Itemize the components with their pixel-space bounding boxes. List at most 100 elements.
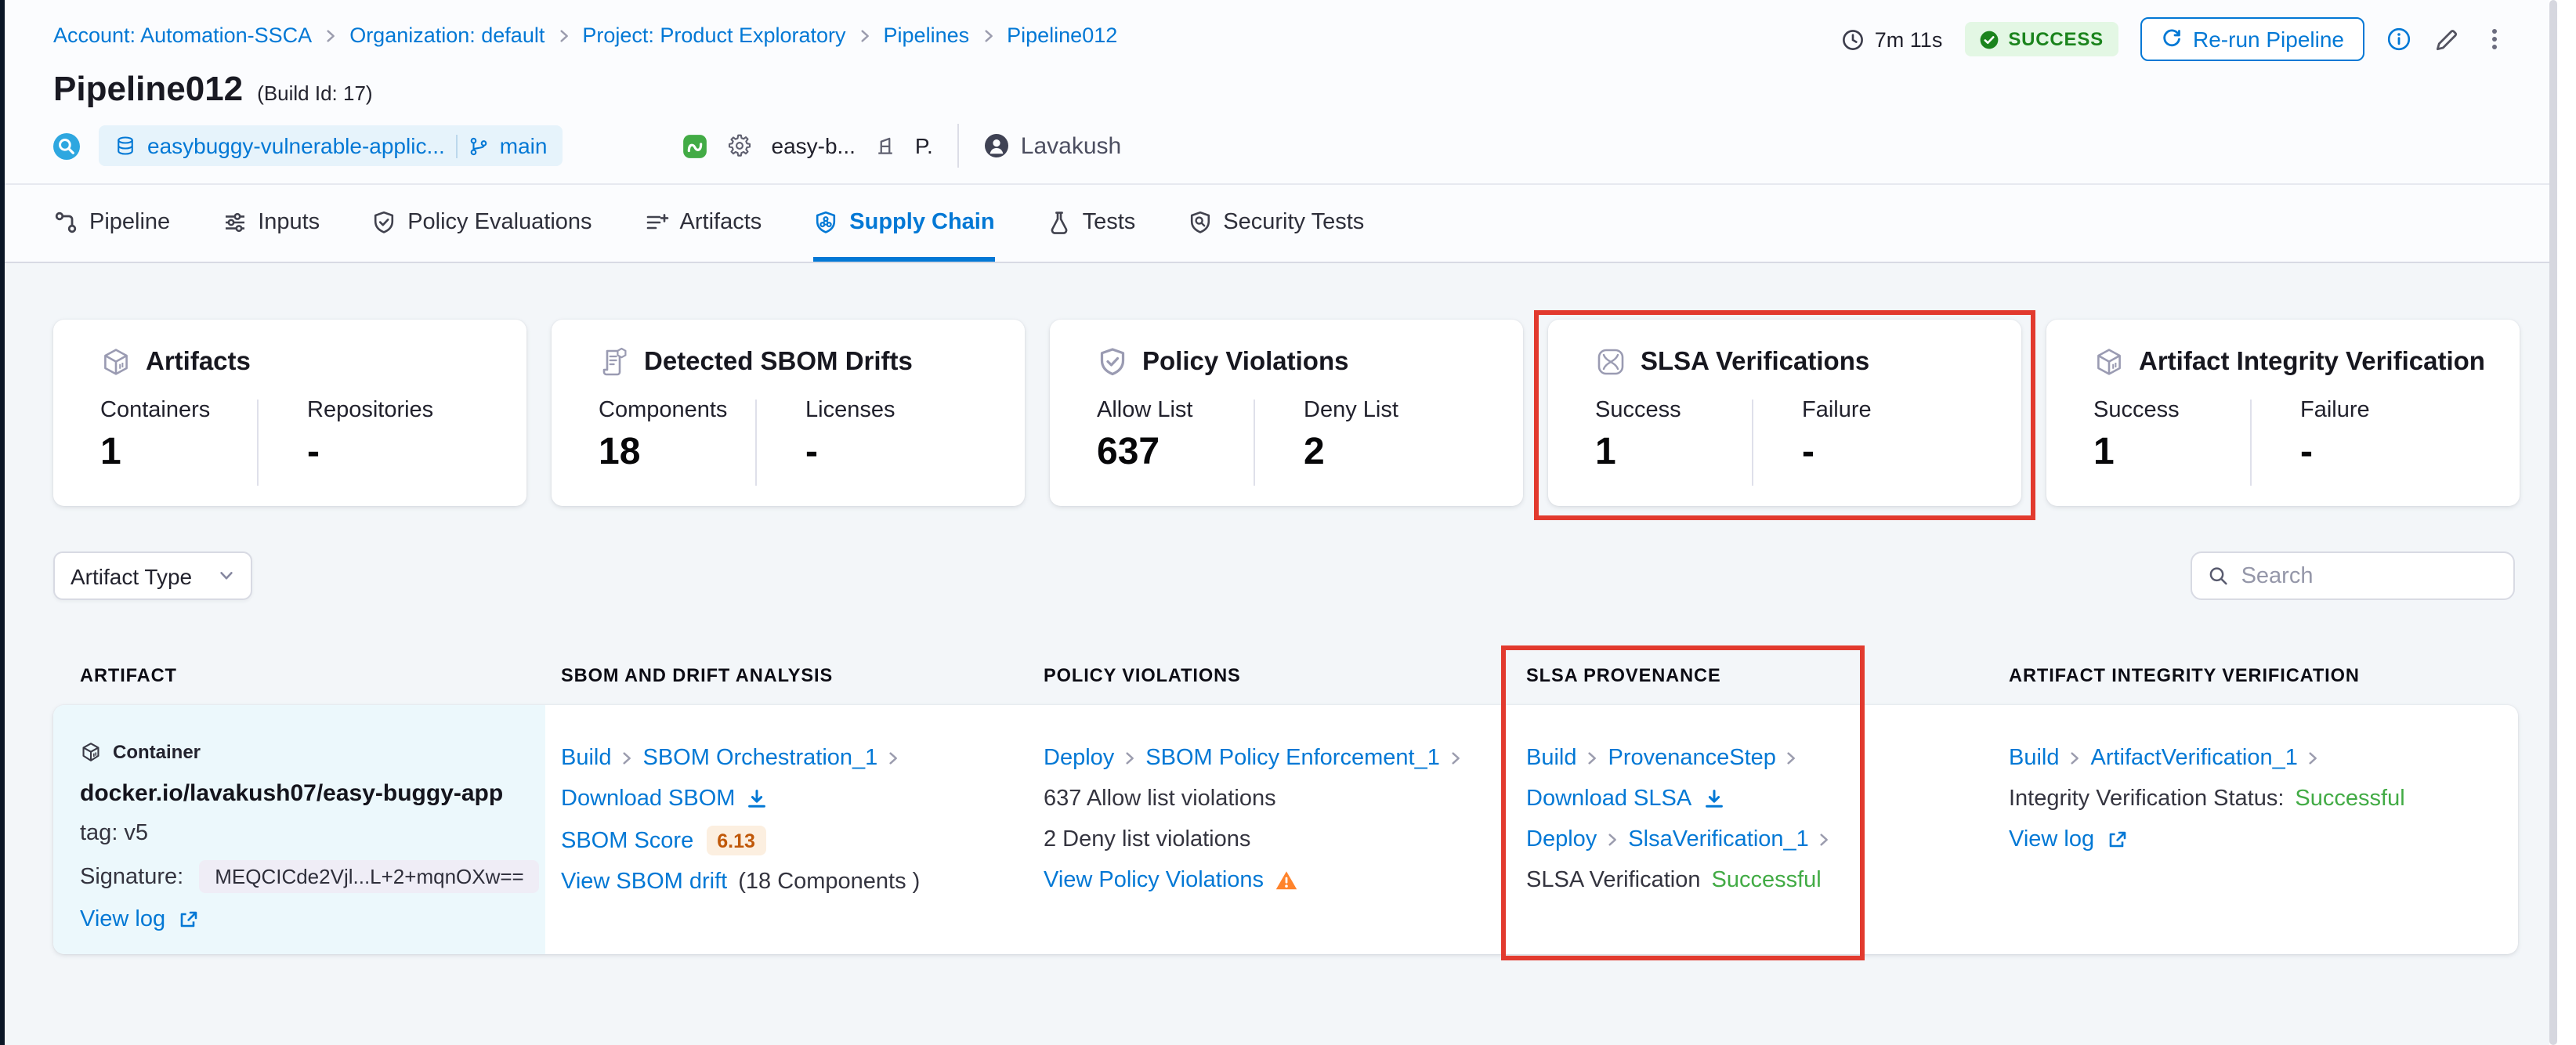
drift-components-count: (18 Components )	[738, 870, 921, 895]
title-row: Pipeline012 (Build Id: 17)	[53, 69, 373, 110]
cube-icon	[100, 346, 132, 378]
supply-chain-page: Account: Automation-SSCA Organization: d…	[0, 0, 2576, 1045]
inputs-icon	[222, 210, 247, 235]
search-input[interactable]	[2241, 563, 2498, 588]
chevron-right-icon	[2306, 750, 2321, 766]
info-icon	[2386, 27, 2411, 52]
execution-tabs: Pipeline Inputs Policy Evaluations Artif…	[0, 185, 2576, 263]
edit-pipeline-button[interactable]	[2433, 26, 2460, 52]
avatar-icon	[985, 133, 1010, 158]
step-link[interactable]: SBOM Policy Enforcement_1	[1145, 746, 1440, 771]
sbom-score-badge: 6.13	[706, 826, 766, 855]
more-options-button[interactable]	[2482, 27, 2507, 52]
stage-link[interactable]: Build	[2009, 746, 2060, 771]
integrity-status-value: Successful	[2295, 786, 2405, 812]
card-title: Detected SBOM Drifts	[644, 347, 913, 375]
view-log-link[interactable]: View log	[80, 907, 165, 932]
column-header-policy: POLICY VIOLATIONS	[1044, 664, 1241, 686]
tab-tests[interactable]: Tests	[1047, 185, 1136, 262]
tab-label: Pipeline	[89, 210, 171, 235]
card-policy-violations: Policy Violations Allow List 637 Deny Lis…	[1050, 320, 1523, 506]
metric-label: Containers	[100, 398, 211, 423]
tab-pipeline[interactable]: Pipeline	[53, 185, 170, 262]
stage-link[interactable]: Deploy	[1044, 746, 1114, 771]
page-header: Account: Automation-SSCA Organization: d…	[0, 0, 2576, 185]
shield-check-icon	[371, 210, 396, 235]
gear-icon	[728, 133, 753, 158]
metric-label: Repositories	[307, 398, 434, 423]
service-name: easy-b...	[771, 133, 856, 158]
breadcrumb-organization[interactable]: Organization: default	[349, 24, 545, 47]
artifact-cell: Container docker.io/lavakush07/easy-bugg…	[53, 705, 545, 954]
view-policy-violations-link[interactable]: View Policy Violations	[1044, 868, 1264, 893]
chevron-down-icon	[218, 567, 235, 584]
chevron-right-icon	[980, 27, 996, 43]
divider	[957, 124, 960, 168]
breadcrumb-pipelines[interactable]: Pipelines	[884, 24, 970, 47]
external-link-icon	[176, 909, 198, 931]
tab-label: Artifacts	[679, 210, 762, 235]
breadcrumb: Account: Automation-SSCA Organization: d…	[53, 24, 1117, 47]
search-box	[2191, 551, 2515, 600]
tab-label: Security Tests	[1223, 210, 1365, 235]
tab-label: Tests	[1082, 210, 1136, 235]
nav-edge	[0, 0, 5, 1045]
policy-cell: Deploy SBOM Policy Enforcement_1 637 All…	[1028, 705, 1511, 954]
repo-name: easybuggy-vulnerable-applic...	[147, 133, 445, 158]
card-sbom-drifts: Detected SBOM Drifts Components 18 Licens…	[552, 320, 1025, 506]
shield-search-icon	[1187, 210, 1212, 235]
info-button[interactable]	[2386, 27, 2411, 52]
chevron-right-icon	[885, 750, 901, 766]
shield-check-icon	[1097, 346, 1128, 378]
status-badge: SUCCESS	[1964, 22, 2118, 56]
scrollbar-thumb[interactable]	[2549, 0, 2557, 1045]
breadcrumb-account[interactable]: Account: Automation-SSCA	[53, 24, 312, 47]
table-header: ARTIFACT SBOM AND DRIFT ANALYSIS POLICY …	[53, 664, 2518, 686]
divider	[455, 134, 458, 157]
chevron-right-icon	[620, 750, 635, 766]
registry-abbrev: P.	[914, 133, 933, 158]
download-icon	[746, 788, 768, 810]
chevron-right-icon	[1448, 750, 1463, 766]
cube-icon	[2093, 346, 2125, 378]
search-icon	[2208, 564, 2229, 588]
chevron-right-icon	[1122, 750, 1138, 766]
tab-label: Policy Evaluations	[407, 210, 592, 235]
metric-value: -	[307, 431, 320, 473]
metric-value: -	[805, 431, 818, 473]
repo-chip[interactable]: easybuggy-vulnerable-applic... main	[99, 125, 563, 166]
view-sbom-drift-link[interactable]: View SBOM drift	[561, 870, 727, 895]
sbom-score-link[interactable]: SBOM Score	[561, 828, 693, 853]
tab-security-tests[interactable]: Security Tests	[1187, 185, 1364, 262]
execution-toolbar: 7m 11s SUCCESS Re-run Pipeline	[1842, 16, 2507, 63]
rerun-label: Re-run Pipeline	[2193, 27, 2344, 52]
step-link[interactable]: ArtifactVerification_1	[2091, 746, 2298, 771]
tab-supply-chain[interactable]: Supply Chain	[813, 185, 995, 262]
warning-icon	[1275, 870, 1297, 891]
summary-cards: Artifacts Containers 1 Repositories - Dete…	[53, 320, 2520, 506]
metric-label: Components	[599, 398, 728, 423]
breadcrumb-project[interactable]: Project: Product Exploratory	[582, 24, 845, 47]
tab-inputs[interactable]: Inputs	[222, 185, 320, 262]
artifact-image-name: docker.io/lavakush07/easy-buggy-app	[80, 779, 504, 806]
breadcrumb-pipeline012[interactable]: Pipeline012	[1007, 24, 1117, 47]
container-icon	[80, 741, 102, 763]
sbom-cell: Build SBOM Orchestration_1 Download SBOM…	[545, 705, 1028, 954]
tab-artifacts[interactable]: Artifacts	[644, 185, 762, 262]
card-artifact-integrity: Artifact Integrity Verification Success 1…	[2046, 320, 2520, 506]
download-sbom-link[interactable]: Download SBOM	[561, 786, 735, 812]
tab-policy-evaluations[interactable]: Policy Evaluations	[371, 185, 592, 262]
scrollbar[interactable]	[2549, 0, 2576, 1045]
clock-icon	[1842, 27, 1865, 51]
stage-link[interactable]: Build	[561, 746, 612, 771]
artifact-type-filter[interactable]: Artifact Type	[53, 551, 252, 600]
signature-label: Signature:	[80, 864, 184, 889]
metric-label: Deny List	[1304, 398, 1398, 423]
annotation-box-slsa-card	[1534, 310, 2035, 520]
view-log-link[interactable]: View log	[2009, 827, 2094, 852]
rerun-pipeline-button[interactable]: Re-run Pipeline	[2140, 17, 2364, 61]
tab-label: Supply Chain	[849, 210, 995, 235]
chevron-right-icon	[555, 27, 571, 43]
step-link[interactable]: SBOM Orchestration_1	[643, 746, 878, 771]
external-link-icon	[2105, 829, 2127, 851]
